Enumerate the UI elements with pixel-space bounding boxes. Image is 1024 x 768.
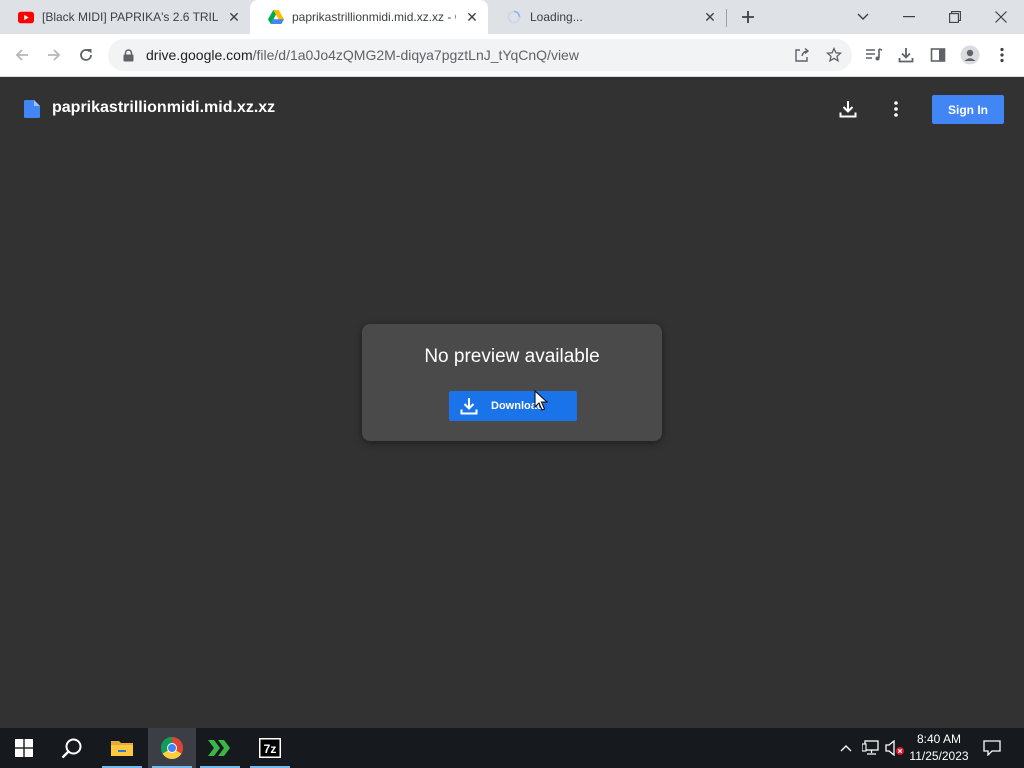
minimize-icon [903, 16, 915, 18]
avatar-icon [960, 45, 980, 65]
header-download-button[interactable] [836, 97, 860, 121]
file-name: paprikastrillionmidi.mid.xz.xz [52, 99, 276, 116]
chrome-icon [161, 737, 183, 759]
browser-toolbar: drive.google.com/file/d/1a0Jo4zQMG2M-diq… [0, 34, 1024, 77]
network-tray-button[interactable] [860, 728, 882, 768]
side-panel-button[interactable] [924, 41, 952, 69]
lock-icon[interactable] [120, 47, 136, 63]
tab-title: [Black MIDI] PAPRIKA's 2.6 TRILLI [42, 10, 218, 24]
tab-google-drive[interactable]: paprikastrillionmidi.mid.xz.xz - G ✕ [250, 0, 488, 34]
reload-button[interactable] [72, 41, 100, 69]
app-green-arrows-button[interactable] [196, 728, 244, 768]
chrome-button[interactable] [148, 728, 196, 768]
share-icon[interactable] [792, 45, 812, 65]
bookmark-star-icon[interactable] [824, 45, 844, 65]
close-tab-icon[interactable]: ✕ [464, 9, 480, 25]
tab-separator [726, 9, 727, 27]
network-icon [862, 740, 879, 755]
tab-title: Loading... [530, 10, 583, 24]
close-tab-icon[interactable]: ✕ [702, 9, 718, 25]
tab-title: paprikastrillionmidi.mid.xz.xz - G [292, 10, 456, 24]
profile-button[interactable] [956, 41, 984, 69]
restore-icon [949, 11, 961, 23]
tab-strip: [Black MIDI] PAPRIKA's 2.6 TRILLI ✕ papr… [0, 0, 1024, 34]
tab-loading[interactable]: Loading... ✕ [488, 0, 726, 34]
7zip-button[interactable]: 7z [246, 728, 294, 768]
no-preview-card: No preview available Download [362, 324, 662, 441]
back-button[interactable] [8, 41, 36, 69]
address-bar[interactable]: drive.google.com/file/d/1a0Jo4zQMG2M-diq… [108, 39, 852, 71]
download-icon [839, 101, 857, 118]
notification-center-button[interactable] [978, 728, 1006, 768]
youtube-icon [18, 9, 34, 25]
plus-icon [742, 11, 754, 23]
restore-button[interactable] [932, 0, 978, 34]
arrow-right-icon [48, 49, 61, 61]
volume-muted-icon [885, 740, 904, 756]
loading-spinner-icon [506, 9, 522, 25]
folder-icon [111, 741, 133, 756]
new-tab-button[interactable] [736, 5, 760, 29]
close-tab-icon[interactable]: ✕ [226, 9, 242, 25]
close-window-button[interactable] [978, 0, 1024, 34]
drive-viewer: paprikastrillionmidi.mid.xz.xz Sign In N… [0, 77, 1024, 728]
media-controls-button[interactable] [860, 41, 888, 69]
7zip-icon: 7z [259, 738, 281, 758]
search-icon [61, 738, 82, 759]
chevron-up-icon [840, 745, 852, 752]
arrow-left-icon [15, 49, 28, 61]
more-actions-button[interactable] [884, 97, 908, 121]
show-hidden-icons-button[interactable] [836, 728, 856, 768]
download-icon [460, 397, 478, 415]
windows-taskbar: 7z 8:40 AM 11/25/2023 [0, 728, 1024, 768]
chevron-down-icon [857, 13, 869, 20]
svg-text:7z: 7z [264, 742, 277, 756]
notification-icon [983, 740, 1001, 756]
file-explorer-button[interactable] [98, 728, 146, 768]
download-button[interactable]: Download [449, 391, 577, 421]
close-icon [995, 11, 1007, 23]
taskbar-clock[interactable]: 8:40 AM 11/25/2023 [904, 731, 974, 765]
side-panel-icon [930, 48, 946, 62]
windows-logo-icon [15, 739, 33, 757]
url-host: drive.google.com [146, 47, 253, 63]
url-text: drive.google.com/file/d/1a0Jo4zQMG2M-diq… [146, 47, 579, 63]
menu-button[interactable] [988, 41, 1016, 69]
downloads-button[interactable] [892, 41, 920, 69]
more-vert-icon [894, 101, 898, 117]
url-path: /file/d/1a0Jo4zQMG2M-diqya7pgztLnJ_tYqCn… [252, 47, 579, 63]
viewer-header: paprikastrillionmidi.mid.xz.xz Sign In [0, 77, 1024, 141]
more-vert-icon [1000, 47, 1004, 63]
download-icon [898, 48, 914, 63]
mouse-cursor-icon [534, 390, 548, 411]
reload-icon [80, 49, 92, 61]
forward-button[interactable] [40, 41, 68, 69]
volume-tray-button[interactable] [884, 728, 906, 768]
tab-search-button[interactable] [840, 0, 886, 34]
music-queue-icon [866, 48, 883, 61]
clock-time: 8:40 AM [916, 732, 962, 746]
no-preview-message: No preview available [424, 346, 600, 367]
file-doc-icon [24, 100, 40, 118]
tab-youtube[interactable]: [Black MIDI] PAPRIKA's 2.6 TRILLI ✕ [0, 0, 250, 34]
minimize-button[interactable] [886, 0, 932, 34]
start-button[interactable] [0, 728, 48, 768]
clock-date: 11/25/2023 [909, 749, 969, 763]
green-chevrons-icon [208, 740, 230, 756]
sign-in-button[interactable]: Sign In [932, 95, 1004, 124]
google-drive-icon [268, 9, 284, 25]
search-button[interactable] [48, 728, 96, 768]
